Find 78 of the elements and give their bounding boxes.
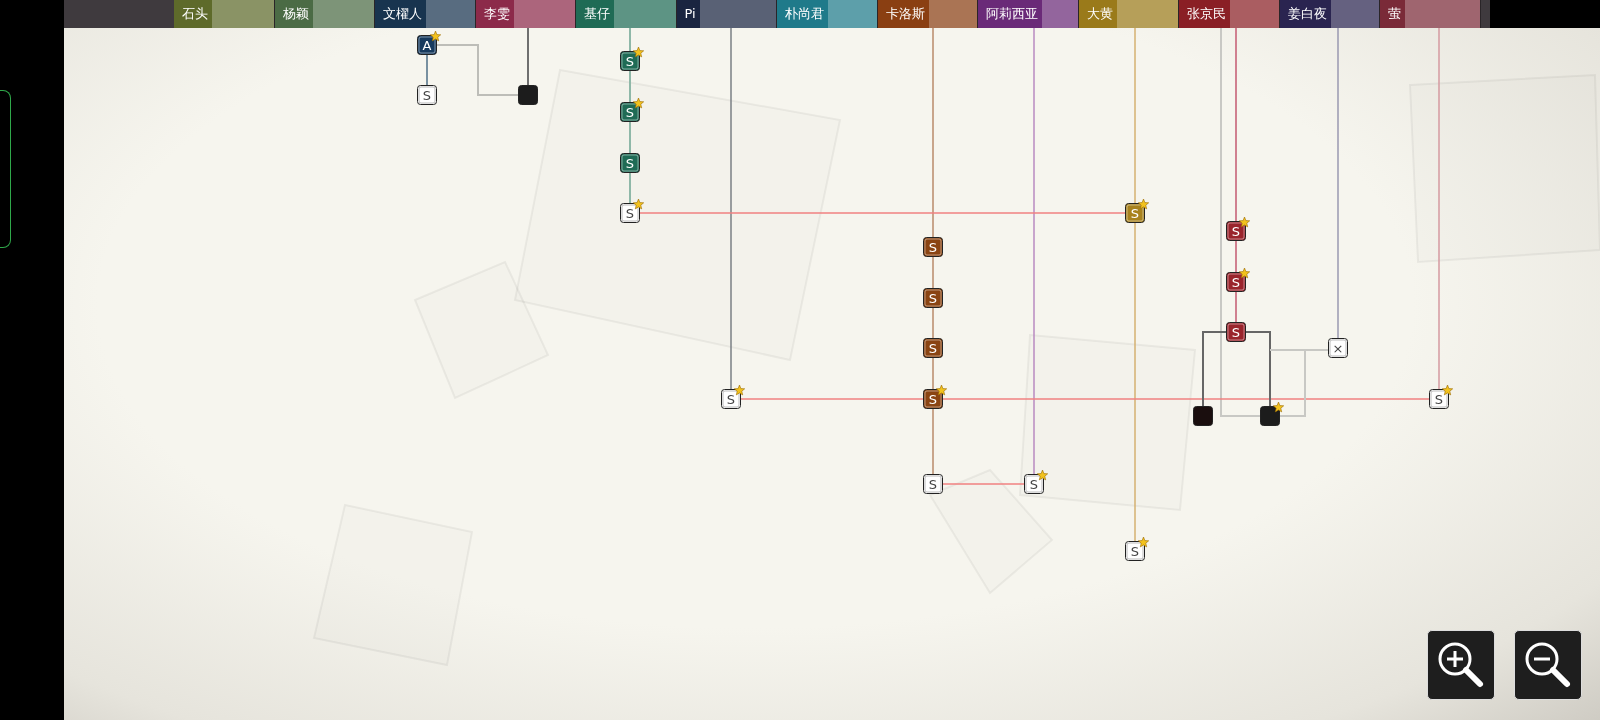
zoom-out-button[interactable] [1514,630,1582,700]
character-name: 文櫂人 [383,5,422,23]
portrait-placeholder [212,0,274,28]
portrait-placeholder [828,0,877,28]
portrait-placeholder [312,0,374,28]
star-icon [1239,267,1250,279]
character-tab[interactable]: 大黄 [1078,0,1179,28]
character-name: 姜白夜 [1287,5,1327,23]
story-node[interactable] [518,85,538,105]
portrait-placeholder [614,0,676,28]
star-icon [936,384,947,396]
story-node[interactable]: S [620,153,640,173]
story-node[interactable]: S [620,51,640,71]
story-node[interactable]: S [923,288,943,308]
star-icon [734,384,745,396]
star-icon [1037,469,1048,481]
story-node[interactable]: S [923,237,943,257]
story-node[interactable]: × [1328,338,1348,358]
story-node[interactable]: S [1125,541,1145,561]
character-name: 萤 [1388,5,1401,23]
character-tab[interactable]: 朴尚君 [777,0,878,28]
portrait-placeholder [928,0,977,28]
character-name: 大黄 [1086,5,1113,23]
character-name: 基仔 [584,5,610,23]
star-icon [1273,401,1284,413]
story-node[interactable]: S [620,203,640,223]
character-name: 卡洛斯 [885,5,925,23]
character-tab[interactable]: 卡洛斯 [877,0,978,28]
edge-handle[interactable] [0,90,11,248]
story-node[interactable]: S [923,338,943,358]
story-node[interactable]: S [1024,474,1044,494]
character-name: 杨颖 [282,5,309,23]
character-tab[interactable]: 文櫂人 [375,0,476,28]
portrait-placeholder [1230,0,1279,28]
character-tab[interactable]: 姜白夜 [1279,0,1380,28]
character-name: 张京民 [1187,5,1226,23]
star-icon [633,97,644,109]
story-node[interactable]: A [417,35,437,55]
portrait-placeholder [1042,0,1078,28]
portrait-placeholder [513,0,575,28]
story-node[interactable]: S [1226,221,1246,241]
character-name: Pi [684,5,696,23]
story-node[interactable]: S [417,85,437,105]
story-node[interactable]: S [620,102,640,122]
character-tab[interactable]: 杨颖 [274,0,375,28]
star-icon [1442,384,1453,396]
story-node[interactable]: S [1226,322,1246,342]
story-node[interactable]: S [923,389,943,409]
character-tab[interactable]: 张京民 [1179,0,1280,28]
portrait-placeholder [426,0,475,28]
star-icon [633,198,644,210]
zoom-in-button[interactable] [1427,630,1495,700]
story-node[interactable] [1260,406,1280,426]
character-tab[interactable]: 李雯 [475,0,576,28]
portrait-placeholder [1330,0,1379,28]
story-node[interactable]: S [923,474,943,494]
character-tab[interactable]: Pi [676,0,777,28]
star-icon [633,46,644,58]
character-tab[interactable]: 萤 [1380,0,1481,28]
character-name: 阿莉西亚 [986,5,1038,23]
story-node[interactable] [1193,406,1213,426]
portrait-placeholder [1116,0,1178,28]
character-name: 李雯 [483,5,510,23]
story-node[interactable]: S [1226,272,1246,292]
character-name: 石头 [182,5,208,23]
connector-line [426,54,428,87]
story-node[interactable]: S [1125,203,1145,223]
story-node[interactable]: S [721,389,741,409]
star-icon [1239,216,1250,228]
star-icon [1138,198,1149,210]
star-icon [430,30,441,42]
connector-line [527,28,529,87]
star-icon [1138,536,1149,548]
character-tab[interactable]: 石头 [174,0,275,28]
character-tab[interactable]: 阿莉西亚 [978,0,1079,28]
character-tab[interactable]: 基仔 [576,0,677,28]
story-node[interactable]: S [1429,389,1449,409]
character-name: 朴尚君 [785,5,824,23]
